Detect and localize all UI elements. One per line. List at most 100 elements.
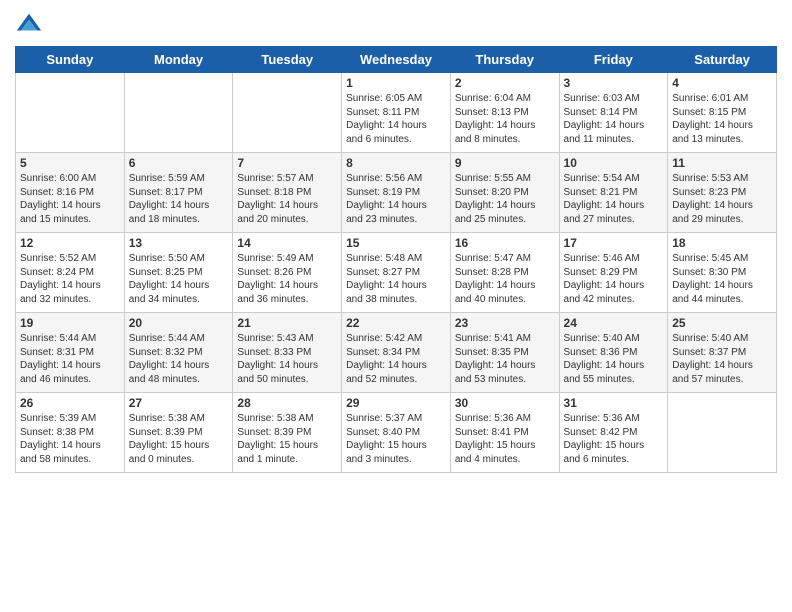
cell-content: Sunrise: 5:52 AM Sunset: 8:24 PM Dayligh… [20,252,120,306]
day-number: 27 [129,396,229,410]
day-number: 9 [455,156,555,170]
calendar-cell: 13Sunrise: 5:50 AM Sunset: 8:25 PM Dayli… [124,233,233,313]
cell-content: Sunrise: 5:44 AM Sunset: 8:31 PM Dayligh… [20,332,120,386]
calendar-cell: 7 Sunrise: 5:57 AM Sunset: 8:18 PM Daylig… [233,153,342,233]
calendar-cell: 30 Sunrise: 5:36 AM Sunset: 8:41 PM Dayli… [450,393,559,473]
calendar-week-3: 12 Sunrise: 5:52 AM Sunset: 8:24 PM Dayli… [16,233,777,313]
calendar-cell [124,73,233,153]
day-number: 18 [672,236,772,250]
cell-content: Sunrise: 5:38 AM Sunset: 8:39 PM Dayligh… [237,412,337,466]
cell-content: Sunrise: 6:00 AM Sunset: 8:16 PM Dayligh… [20,172,120,226]
cell-content: Sunrise: 5:49 AM Sunset: 8:26 PM Dayligh… [237,252,337,306]
day-header-friday: Friday [559,47,668,73]
calendar-cell: 19 Sunrise: 5:44 AM Sunset: 8:31 PM Dayli… [16,313,125,393]
day-number: 5 [20,156,120,170]
cell-content: Sunrise: 6:01 AM Sunset: 8:15 PM Dayligh… [672,92,772,146]
cell-content: Sunrise: 5:56 AM Sunset: 8:19 PM Dayligh… [346,172,446,226]
day-header-monday: Monday [124,47,233,73]
day-number: 6 [129,156,229,170]
calendar-cell: 11 Sunrise: 5:53 AM Sunset: 8:23 PM Dayli… [668,153,777,233]
cell-content: Sunrise: 5:36 AM Sunset: 8:42 PM Dayligh… [564,412,664,466]
calendar-cell: 18 Sunrise: 5:45 AM Sunset: 8:30 PM Dayli… [668,233,777,313]
day-number: 31 [564,396,664,410]
calendar-cell: 24 Sunrise: 5:40 AM Sunset: 8:36 PM Dayli… [559,313,668,393]
cell-content: Sunrise: 6:05 AM Sunset: 8:11 PM Dayligh… [346,92,446,146]
day-number: 24 [564,316,664,330]
day-number: 11 [672,156,772,170]
cell-content: Sunrise: 5:48 AM Sunset: 8:27 PM Dayligh… [346,252,446,306]
cell-content: Sunrise: 5:46 AM Sunset: 8:29 PM Dayligh… [564,252,664,306]
cell-content: Sunrise: 5:55 AM Sunset: 8:20 PM Dayligh… [455,172,555,226]
day-number: 7 [237,156,337,170]
day-number: 20 [129,316,229,330]
cell-content: Sunrise: 5:40 AM Sunset: 8:36 PM Dayligh… [564,332,664,386]
day-number: 12 [20,236,120,250]
calendar-cell [16,73,125,153]
logo [15,10,47,38]
day-number: 29 [346,396,446,410]
day-number: 25 [672,316,772,330]
cell-content: Sunrise: 6:03 AM Sunset: 8:14 PM Dayligh… [564,92,664,146]
day-number: 8 [346,156,446,170]
calendar-cell: 15 Sunrise: 5:48 AM Sunset: 8:27 PM Dayli… [342,233,451,313]
day-number: 10 [564,156,664,170]
calendar-cell: 6 Sunrise: 5:59 AM Sunset: 8:17 PM Daylig… [124,153,233,233]
day-header-wednesday: Wednesday [342,47,451,73]
cell-content: Sunrise: 5:40 AM Sunset: 8:37 PM Dayligh… [672,332,772,386]
calendar-cell: 17 Sunrise: 5:46 AM Sunset: 8:29 PM Dayli… [559,233,668,313]
cell-content: Sunrise: 5:39 AM Sunset: 8:38 PM Dayligh… [20,412,120,466]
calendar-cell: 2 Sunrise: 6:04 AM Sunset: 8:13 PM Daylig… [450,73,559,153]
calendar-cell [233,73,342,153]
day-number: 2 [455,76,555,90]
header [15,10,777,38]
day-number: 16 [455,236,555,250]
day-number: 23 [455,316,555,330]
calendar-cell: 16 Sunrise: 5:47 AM Sunset: 8:28 PM Dayli… [450,233,559,313]
cell-content: Sunrise: 5:42 AM Sunset: 8:34 PM Dayligh… [346,332,446,386]
cell-content: Sunrise: 5:38 AM Sunset: 8:39 PM Dayligh… [129,412,229,466]
day-number: 30 [455,396,555,410]
day-number: 1 [346,76,446,90]
day-number: 21 [237,316,337,330]
day-number: 15 [346,236,446,250]
calendar-week-4: 19 Sunrise: 5:44 AM Sunset: 8:31 PM Dayli… [16,313,777,393]
cell-content: Sunrise: 5:50 AM Sunset: 8:25 PM Dayligh… [129,252,229,306]
calendar-cell: 9 Sunrise: 5:55 AM Sunset: 8:20 PM Daylig… [450,153,559,233]
day-number: 17 [564,236,664,250]
day-header-saturday: Saturday [668,47,777,73]
calendar-cell: 4 Sunrise: 6:01 AM Sunset: 8:15 PM Daylig… [668,73,777,153]
calendar-cell [668,393,777,473]
calendar-week-2: 5 Sunrise: 6:00 AM Sunset: 8:16 PM Daylig… [16,153,777,233]
day-number: 19 [20,316,120,330]
cell-content: Sunrise: 5:43 AM Sunset: 8:33 PM Dayligh… [237,332,337,386]
calendar-cell: 12 Sunrise: 5:52 AM Sunset: 8:24 PM Dayli… [16,233,125,313]
cell-content: Sunrise: 5:57 AM Sunset: 8:18 PM Dayligh… [237,172,337,226]
calendar-cell: 1 Sunrise: 6:05 AM Sunset: 8:11 PM Daylig… [342,73,451,153]
calendar-table: SundayMondayTuesdayWednesdayThursdayFrid… [15,46,777,473]
calendar-cell: 20Sunrise: 5:44 AM Sunset: 8:32 PM Dayli… [124,313,233,393]
calendar-cell: 31 Sunrise: 5:36 AM Sunset: 8:42 PM Dayli… [559,393,668,473]
cell-content: Sunrise: 5:41 AM Sunset: 8:35 PM Dayligh… [455,332,555,386]
cell-content: Sunrise: 5:59 AM Sunset: 8:17 PM Dayligh… [129,172,229,226]
cell-content: Sunrise: 5:37 AM Sunset: 8:40 PM Dayligh… [346,412,446,466]
day-number: 4 [672,76,772,90]
day-header-thursday: Thursday [450,47,559,73]
cell-content: Sunrise: 6:04 AM Sunset: 8:13 PM Dayligh… [455,92,555,146]
calendar-cell: 3 Sunrise: 6:03 AM Sunset: 8:14 PM Daylig… [559,73,668,153]
day-number: 3 [564,76,664,90]
cell-content: Sunrise: 5:45 AM Sunset: 8:30 PM Dayligh… [672,252,772,306]
calendar-cell: 25 Sunrise: 5:40 AM Sunset: 8:37 PM Dayli… [668,313,777,393]
day-header-sunday: Sunday [16,47,125,73]
cell-content: Sunrise: 5:47 AM Sunset: 8:28 PM Dayligh… [455,252,555,306]
calendar-cell: 27 Sunrise: 5:38 AM Sunset: 8:39 PM Dayli… [124,393,233,473]
logo-icon [15,10,43,38]
cell-content: Sunrise: 5:53 AM Sunset: 8:23 PM Dayligh… [672,172,772,226]
calendar-week-5: 26 Sunrise: 5:39 AM Sunset: 8:38 PM Dayli… [16,393,777,473]
cell-content: Sunrise: 5:54 AM Sunset: 8:21 PM Dayligh… [564,172,664,226]
day-number: 26 [20,396,120,410]
day-number: 22 [346,316,446,330]
calendar-cell: 5 Sunrise: 6:00 AM Sunset: 8:16 PM Daylig… [16,153,125,233]
calendar-cell: 22 Sunrise: 5:42 AM Sunset: 8:34 PM Dayli… [342,313,451,393]
cell-content: Sunrise: 5:36 AM Sunset: 8:41 PM Dayligh… [455,412,555,466]
calendar-cell: 29 Sunrise: 5:37 AM Sunset: 8:40 PM Dayli… [342,393,451,473]
